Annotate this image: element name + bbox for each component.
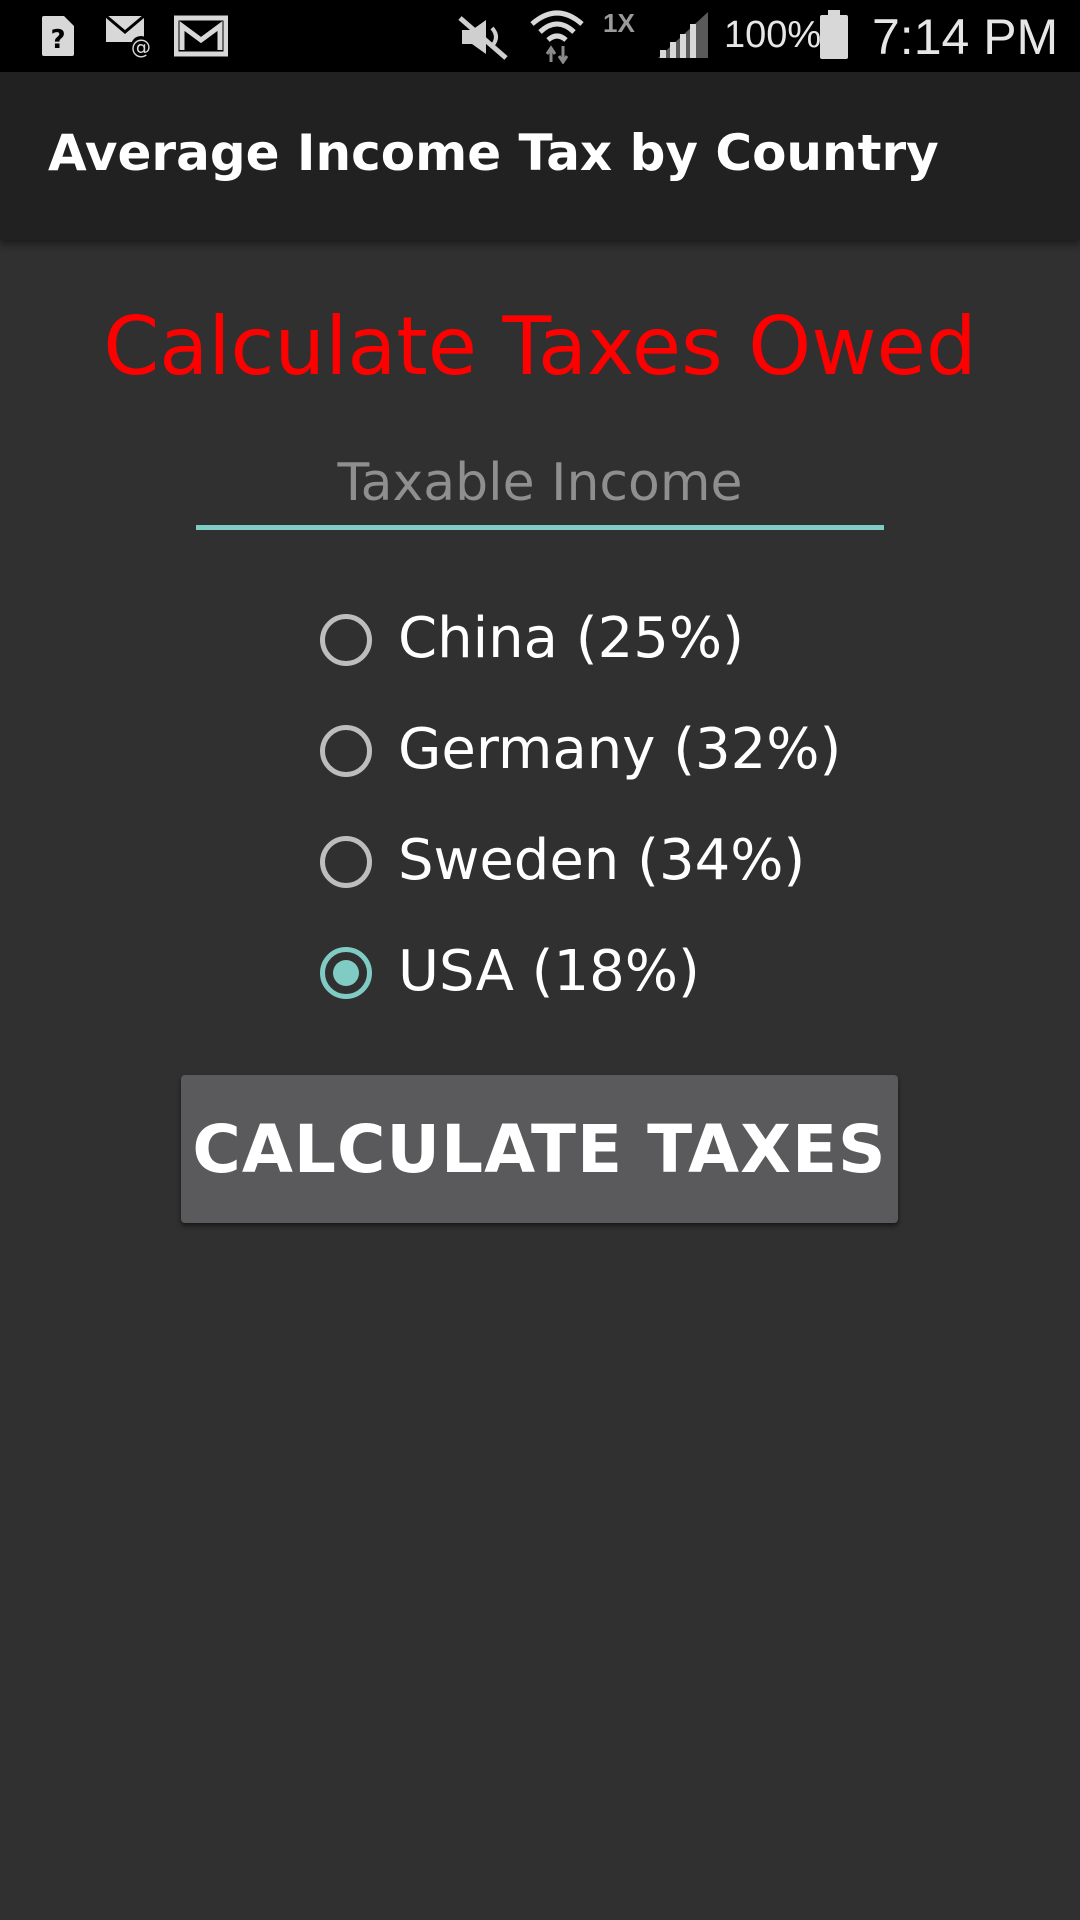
radio-label[interactable]: Sweden (34%) <box>398 828 805 893</box>
radio-button-icon[interactable] <box>320 614 372 666</box>
clock-label: 7:14 PM <box>872 9 1059 65</box>
signal-icon <box>658 12 708 58</box>
network-type-label: 1X <box>603 8 635 38</box>
gmail-icon <box>174 15 228 57</box>
radio-label[interactable]: USA (18%) <box>398 939 700 1004</box>
action-bar: Average Income Tax by Country <box>0 72 1080 240</box>
battery-icon <box>820 10 848 59</box>
mute-icon <box>458 16 508 60</box>
radio-button-icon[interactable] <box>320 725 372 777</box>
radio-button-icon[interactable] <box>320 836 372 888</box>
app-title: Average Income Tax by Country <box>48 124 939 182</box>
svg-text:@: @ <box>131 35 151 58</box>
wifi-icon <box>530 10 584 64</box>
battery-percent-label: 100% <box>724 14 822 56</box>
radio-option-china[interactable]: China (25%) <box>316 600 916 711</box>
svg-text:?: ? <box>50 25 65 55</box>
radio-option-usa[interactable]: USA (18%) <box>316 933 916 1044</box>
status-bar: ? @ 1X 100% 7:14 PM <box>0 0 1080 72</box>
radio-label[interactable]: China (25%) <box>398 606 744 671</box>
country-radio-group: China (25%) Germany (32%) Sweden (34%) U… <box>316 600 916 1044</box>
radio-option-sweden[interactable]: Sweden (34%) <box>316 822 916 933</box>
page-heading: Calculate Taxes Owed <box>103 300 977 393</box>
help-icon: ? <box>42 16 74 56</box>
radio-option-germany[interactable]: Germany (32%) <box>316 711 916 822</box>
taxable-income-input[interactable] <box>196 440 884 530</box>
radio-button-icon[interactable] <box>320 947 372 999</box>
email-at-icon: @ <box>105 14 151 58</box>
radio-label[interactable]: Germany (32%) <box>398 717 841 782</box>
calculate-taxes-button[interactable]: CALCULATE TAXES <box>181 1075 898 1223</box>
